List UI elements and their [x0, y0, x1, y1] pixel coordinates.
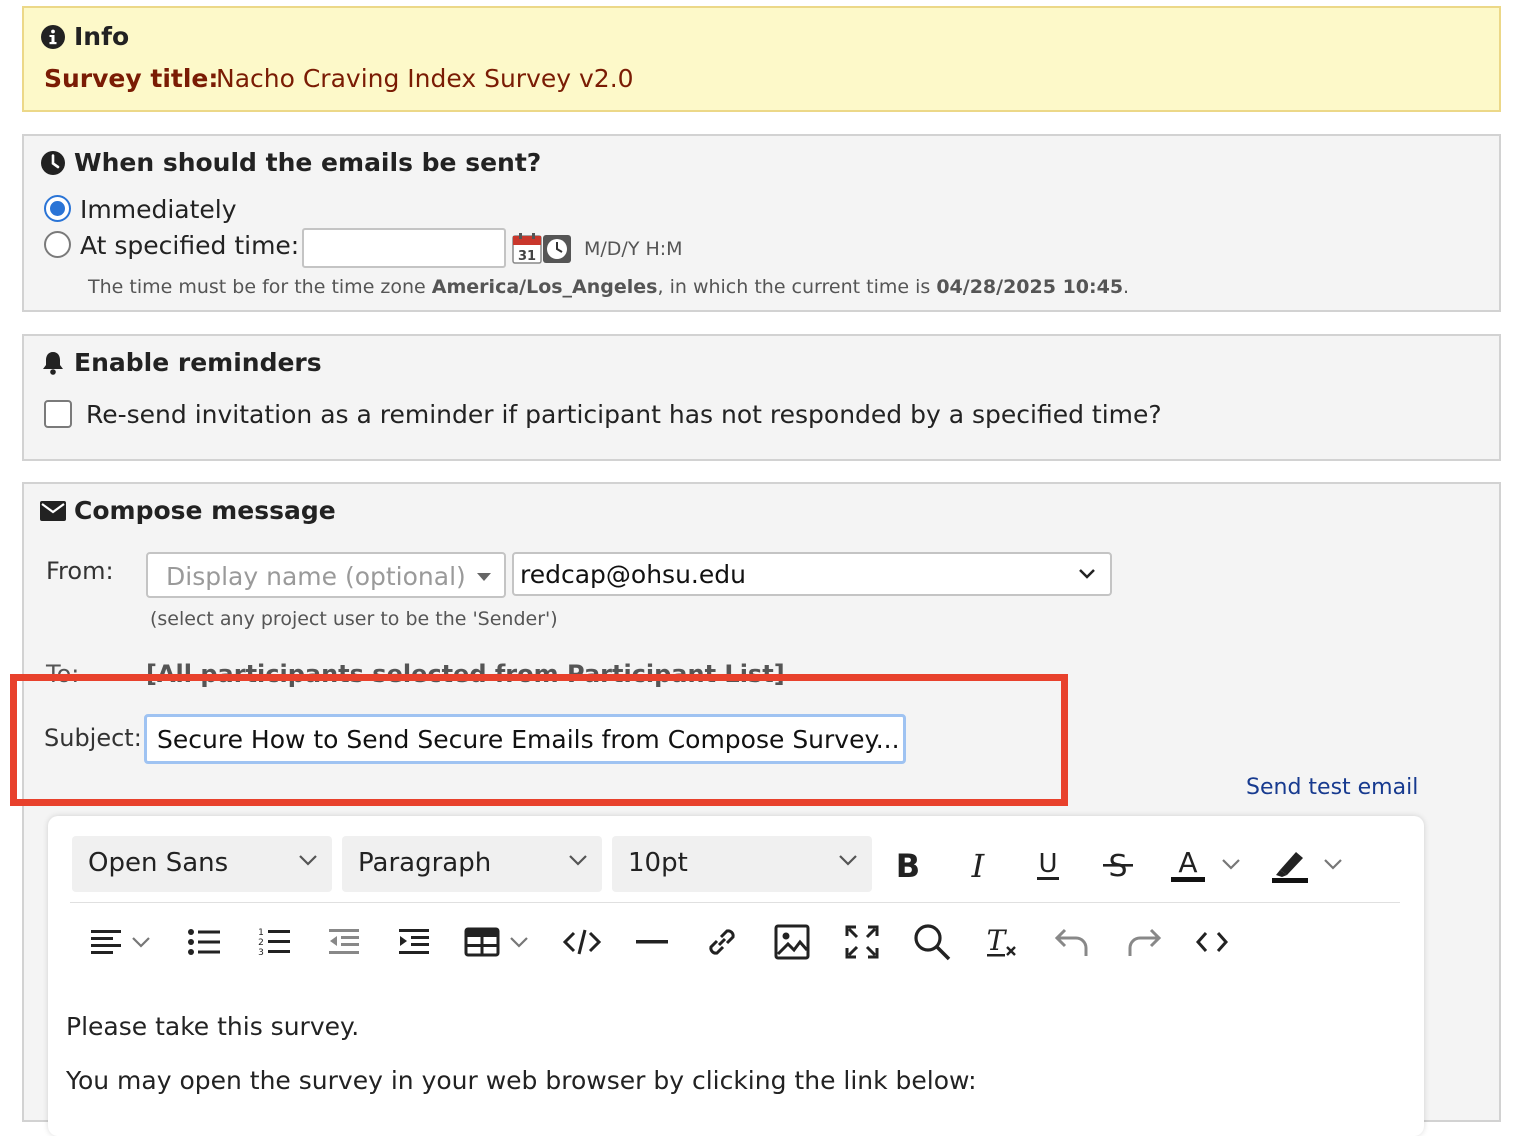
immediately-label[interactable]: Immediately: [80, 195, 237, 224]
clear-formatting-icon[interactable]: T: [980, 920, 1024, 964]
align-left-icon[interactable]: [84, 920, 128, 964]
datetime-input[interactable]: [302, 228, 506, 268]
subject-highlight-box: [10, 674, 1068, 806]
rich-text-editor: Open Sans Paragraph 10pt B I U S A 123 T…: [48, 816, 1424, 1136]
specified-time-radio[interactable]: [44, 231, 71, 258]
svg-text:1: 1: [258, 928, 264, 938]
text-color-icon[interactable]: A: [1166, 842, 1210, 886]
compose-title: Compose message: [74, 496, 336, 525]
chevron-down-icon[interactable]: [1078, 568, 1096, 580]
reminders-panel: Enable reminders Re-send invitation as a…: [22, 334, 1501, 461]
redo-icon[interactable]: [1122, 920, 1166, 964]
reminder-label[interactable]: Re-send invitation as a reminder if part…: [86, 400, 1162, 429]
send-time-header: When should the emails be sent?: [40, 148, 541, 177]
svg-text:I: I: [971, 847, 986, 881]
block-format-value: Paragraph: [358, 848, 492, 878]
envelope-icon: [40, 500, 66, 521]
reminders-title: Enable reminders: [74, 348, 322, 377]
reminder-checkbox[interactable]: [44, 400, 72, 428]
font-size-value: 10pt: [628, 848, 688, 878]
strikethrough-icon[interactable]: S: [1096, 842, 1140, 886]
sender-hint: (select any project user to be the 'Send…: [150, 608, 558, 630]
svg-text:2: 2: [258, 938, 264, 948]
survey-title-value: Nacho Craving Index Survey v2.0: [216, 64, 634, 93]
calendar-icon[interactable]: 31: [512, 232, 542, 264]
undo-icon[interactable]: [1050, 920, 1094, 964]
from-email-select[interactable]: redcap@ohsu.edu: [512, 552, 1112, 596]
svg-text:U: U: [1038, 849, 1057, 879]
survey-title-label: Survey title:: [44, 64, 219, 93]
bullet-list-icon[interactable]: [182, 920, 226, 964]
info-title: Info: [74, 22, 130, 51]
chevron-down-icon[interactable]: [504, 920, 534, 964]
font-family-value: Open Sans: [88, 848, 229, 878]
send-test-email-link[interactable]: Send test email: [1246, 775, 1418, 800]
horizontal-line-icon[interactable]: [630, 920, 674, 964]
font-family-select[interactable]: Open Sans: [72, 836, 332, 892]
bell-icon: [43, 351, 63, 375]
link-icon[interactable]: [700, 920, 744, 964]
immediately-radio[interactable]: [44, 195, 71, 222]
compose-header: Compose message: [40, 496, 336, 525]
chevron-down-icon[interactable]: [1318, 842, 1348, 886]
svg-text:T: T: [987, 925, 1008, 957]
editor-line-1: Please take this survey.: [66, 1012, 360, 1041]
block-format-select[interactable]: Paragraph: [342, 836, 602, 892]
toolbar-divider: [70, 902, 1400, 903]
send-time-panel: When should the emails be sent? Immediat…: [22, 134, 1501, 312]
from-label: From:: [46, 557, 114, 585]
svg-text:31: 31: [518, 249, 536, 264]
fullscreen-icon[interactable]: [840, 920, 884, 964]
clock-icon: [41, 150, 65, 175]
display-name-field[interactable]: Display name (optional): [146, 552, 506, 598]
italic-icon[interactable]: I: [956, 842, 1000, 886]
timezone-note: The time must be for the time zone Ameri…: [88, 276, 1130, 298]
datetime-format-hint: M/D/Y H:M: [584, 238, 683, 260]
code-sample-icon[interactable]: [560, 920, 604, 964]
search-icon[interactable]: [910, 920, 954, 964]
indent-icon[interactable]: [392, 920, 436, 964]
send-time-title: When should the emails be sent?: [74, 148, 542, 177]
info-panel: Info Survey title: Nacho Craving Index S…: [22, 6, 1501, 112]
display-name-placeholder: Display name (optional): [166, 562, 466, 591]
image-icon[interactable]: [770, 920, 814, 964]
chevron-down-icon[interactable]: [126, 920, 156, 964]
svg-text:3: 3: [258, 948, 264, 958]
source-code-icon[interactable]: [1190, 920, 1234, 964]
outdent-icon[interactable]: [322, 920, 366, 964]
bold-icon[interactable]: B: [886, 842, 930, 886]
editor-line-2: You may open the survey in your web brow…: [66, 1066, 977, 1095]
font-size-select[interactable]: 10pt: [612, 836, 872, 892]
highlight-color-icon[interactable]: [1268, 842, 1312, 886]
table-icon[interactable]: [460, 920, 504, 964]
clock-picker-icon[interactable]: [542, 234, 572, 264]
svg-text:B: B: [896, 847, 920, 881]
svg-text:A: A: [1178, 846, 1197, 879]
specified-time-label[interactable]: At specified time:: [80, 231, 299, 260]
underline-icon[interactable]: U: [1026, 842, 1070, 886]
chevron-down-icon[interactable]: [1216, 842, 1246, 886]
from-email-value: redcap@ohsu.edu: [520, 560, 746, 589]
info-circle-icon: [41, 24, 65, 49]
chevron-down-icon: [839, 855, 857, 866]
chevron-down-icon: [569, 855, 587, 866]
reminders-header: Enable reminders: [40, 348, 322, 377]
chevron-down-icon: [299, 855, 317, 866]
numbered-list-icon[interactable]: 123: [252, 920, 296, 964]
caret-down-icon[interactable]: [476, 572, 492, 582]
info-header: Info: [40, 22, 129, 51]
